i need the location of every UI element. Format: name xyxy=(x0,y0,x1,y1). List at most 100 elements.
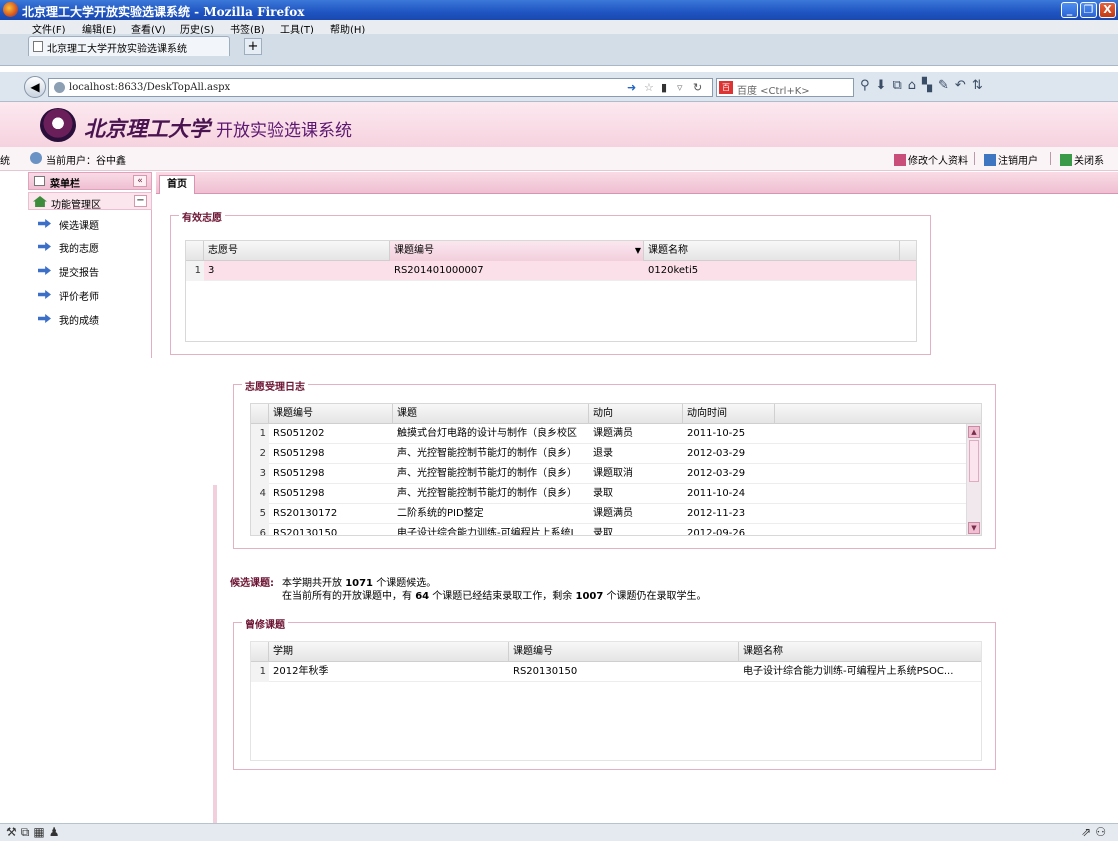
section-collapse-button[interactable]: − xyxy=(134,195,147,207)
cell-action: 课题满员 xyxy=(593,428,633,439)
row-number: 4 xyxy=(251,484,269,504)
cell-topic: 声、光控智能控制节能灯的制作（良乡） xyxy=(397,468,577,479)
minimize-button[interactable]: _ xyxy=(1061,2,1078,18)
scroll-down-icon[interactable]: ▼ xyxy=(968,522,980,534)
cell-action: 录取 xyxy=(593,488,613,499)
undo-icon[interactable]: ↶ xyxy=(955,78,972,93)
edit-profile-label: 修改个人资料 xyxy=(908,156,968,167)
valid-wish-grid: 志愿号 课题编号 ▼ 课题名称 1 3 RS201401000007 0120k… xyxy=(185,240,917,342)
content-tab-bar: 首页 xyxy=(156,172,1118,194)
col-topic[interactable]: 课题 xyxy=(393,404,589,424)
exit-icon xyxy=(1060,154,1072,166)
sidebar-item-candidate-topics[interactable]: 候选课题 xyxy=(28,214,152,236)
summary-text: 个课题已经结束录取工作，剩余 xyxy=(432,591,573,602)
menu-icon[interactable]: ⇅ xyxy=(972,78,989,93)
table-row[interactable]: 1 3 RS201401000007 0120keti5 xyxy=(186,261,916,281)
table-row[interactable]: 4 RS051298 声、光控智能控制节能灯的制作（良乡） 录取 2011-10… xyxy=(251,484,981,504)
col-action-time[interactable]: 动向时间 xyxy=(683,404,775,424)
sort-dropdown-icon[interactable]: ▼ xyxy=(632,241,644,261)
table-row[interactable]: 5 RS20130172 二阶系统的PID整定 课题满员 2012-11-23 xyxy=(251,504,981,524)
grid-scrollbar[interactable]: ▲ ▼ xyxy=(966,424,981,535)
home-icon xyxy=(33,196,47,207)
col-topic-code[interactable]: 课题编号 xyxy=(509,642,739,662)
cell-topic: 声、光控智能控制节能灯的制作（良乡） xyxy=(397,488,577,499)
cell-time: 2011-10-25 xyxy=(687,428,746,439)
row-number: 1 xyxy=(251,662,269,682)
sidebar-item-submit-report[interactable]: 提交报告 xyxy=(28,261,152,283)
sidebar-item-rate-teacher[interactable]: 评价老师 xyxy=(28,285,152,307)
tab-home[interactable]: 首页 xyxy=(159,175,195,194)
logout-icon xyxy=(984,154,996,166)
candidate-topics-label: 候选课题: xyxy=(230,578,274,589)
cell-action: 退录 xyxy=(593,448,613,459)
close-system-link[interactable]: 关闭系 xyxy=(1060,152,1104,167)
cell-time: 2012-03-29 xyxy=(687,468,746,479)
splitter-bar[interactable] xyxy=(213,485,217,825)
search-icon[interactable]: ⚲ xyxy=(860,78,876,93)
rownum-header xyxy=(251,404,269,424)
sidebar-item-my-grades[interactable]: 我的成绩 xyxy=(28,309,152,331)
table-row[interactable]: 6 RS20130150 电子设计综合能力训练-可编程片上系统I 录取 2012… xyxy=(251,524,981,536)
table-row[interactable]: 3 RS051298 声、光控智能控制节能灯的制作（良乡） 课题取消 2012-… xyxy=(251,464,981,484)
cell-topic: 触摸式台灯电路的设计与制作（良乡校区 xyxy=(397,428,577,439)
edit-profile-link[interactable]: 修改个人资料 xyxy=(894,152,968,167)
wish-log-grid: 课题编号 课题 动向 动向时间 1 RS051202 触摸式台灯电路的设计与制作… xyxy=(250,403,982,536)
tools-icon[interactable]: ✎ xyxy=(938,78,955,93)
addon-bar-icon[interactable]: ⚇ xyxy=(1095,825,1110,839)
user-bar: 统 当前用户：谷中鑫 修改个人资料 注销用户 关闭系 xyxy=(0,147,1118,171)
person-icon[interactable]: ♟ xyxy=(49,825,64,839)
sidebar-item-label: 我的志愿 xyxy=(59,244,99,255)
cell-topic: 声、光控智能控制节能灯的制作（良乡） xyxy=(397,448,577,459)
row-number: 1 xyxy=(186,261,204,281)
col-wish-no[interactable]: 志愿号 xyxy=(204,241,390,261)
table-row[interactable]: 2 RS051298 声、光控智能控制节能灯的制作（良乡） 退录 2012-03… xyxy=(251,444,981,464)
browser-tab-label: 北京理工大学开放实验选课系统 xyxy=(47,44,187,55)
table-row[interactable]: 1 2012年秋季 RS20130150 电子设计综合能力训练-可编程片上系统P… xyxy=(251,662,981,682)
share-icon[interactable]: ⇗ xyxy=(1081,825,1095,839)
back-icon[interactable]: ◀ xyxy=(24,76,46,98)
app-header: 北京理工大学 开放实验选课系统 xyxy=(0,102,1118,147)
sidebar-item-my-wishes[interactable]: 我的志愿 xyxy=(28,237,152,259)
divider xyxy=(974,152,975,165)
window-icon[interactable]: ⧉ xyxy=(21,825,34,839)
browser-tab[interactable]: 北京理工大学开放实验选课系统 xyxy=(28,36,230,56)
edit-icon xyxy=(894,154,906,166)
logout-label: 注销用户 xyxy=(998,156,1038,167)
apps-icon[interactable]: ▚ xyxy=(922,78,938,93)
addon-icon[interactable]: ⧉ xyxy=(892,78,907,93)
wrench-icon[interactable]: ⚒ xyxy=(6,825,21,839)
search-input[interactable]: 百 百度 <Ctrl+K> xyxy=(716,78,854,97)
collapse-sidebar-button[interactable]: « xyxy=(133,175,147,187)
col-action[interactable]: 动向 xyxy=(589,404,683,424)
valid-wish-panel: 有效志愿 志愿号 课题编号 ▼ 课题名称 1 3 RS201401000007 … xyxy=(170,209,931,355)
dropdown-arrow-icon[interactable]: ▿ xyxy=(677,81,683,94)
university-logo-icon xyxy=(40,108,76,142)
col-topic-code[interactable]: 课题编号 xyxy=(390,241,644,261)
col-topic-name[interactable]: 课题名称 xyxy=(644,241,900,261)
reload-icon[interactable]: ↻ xyxy=(693,81,702,94)
url-bar[interactable]: localhost:8633/DeskTopAll.aspx ➜ ☆ ▮ ▿ ↻ xyxy=(48,78,713,97)
site-identity-icon[interactable] xyxy=(54,82,65,93)
new-tab-button[interactable]: + xyxy=(244,38,262,55)
table-row[interactable]: 1 RS051202 触摸式台灯电路的设计与制作（良乡校区 课题满员 2011-… xyxy=(251,424,981,444)
col-topic-code[interactable]: 课题编号 xyxy=(269,404,393,424)
scroll-up-icon[interactable]: ▲ xyxy=(968,426,980,438)
grid-icon[interactable]: ▦ xyxy=(33,825,48,839)
close-button[interactable]: X xyxy=(1099,2,1116,18)
feed-icon[interactable]: ▮ xyxy=(661,81,667,94)
row-number: 1 xyxy=(251,424,269,444)
home-icon[interactable]: ⌂ xyxy=(908,78,922,93)
star-icon[interactable]: ☆ xyxy=(644,81,654,94)
col-term[interactable]: 学期 xyxy=(269,642,509,662)
col-topic-name[interactable]: 课题名称 xyxy=(739,642,981,662)
sidebar-section[interactable]: 功能管理区 − xyxy=(28,192,152,211)
download-icon[interactable]: ⬇ xyxy=(876,78,893,93)
scroll-thumb[interactable] xyxy=(969,440,979,482)
bookmark-arrow-icon[interactable]: ➜ xyxy=(627,81,636,94)
cell-topic: 电子设计综合能力训练-可编程片上系统I xyxy=(397,528,574,536)
search-engine-icon[interactable]: 百 xyxy=(719,81,733,94)
open-topics-count: 1007 xyxy=(575,591,604,602)
cell-topic-code: RS201401000007 xyxy=(394,265,484,276)
restore-button[interactable]: ❐ xyxy=(1080,2,1097,18)
logout-link[interactable]: 注销用户 xyxy=(984,152,1038,167)
